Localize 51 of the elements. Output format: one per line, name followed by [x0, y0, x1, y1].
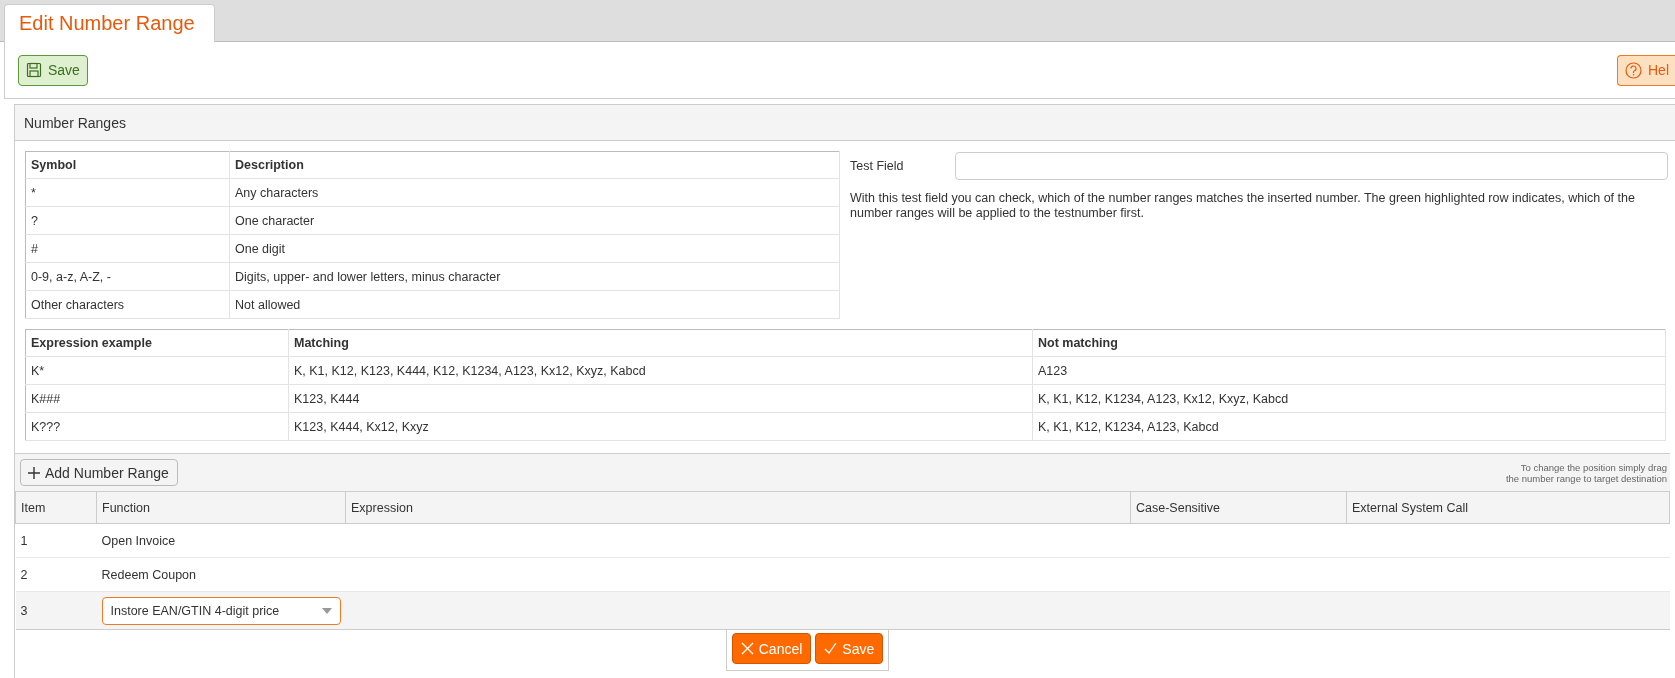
table-cell: Any characters — [229, 178, 840, 207]
column-header: Item — [15, 491, 97, 524]
table-cell: 3 — [15, 591, 97, 630]
test-input-field[interactable] — [955, 152, 1668, 180]
column-header: Description — [229, 151, 840, 179]
test-field-hint: With this test field you can check, which of the number ranges matches the inserted number. The green highlighted row indicates, which of the number ranges will be applied to the testnumber first. — [850, 191, 1636, 221]
function-dropdown[interactable]: Instore EAN/GTIN 4-digit price — [101, 596, 341, 625]
table-cell: Redeem Coupon — [96, 557, 346, 592]
table-cell: One digit — [229, 234, 840, 263]
checkmark-icon — [824, 642, 838, 655]
cancel-button[interactable]: Cancel — [731, 633, 812, 664]
table-cell: K, K1, K12, K123, K444, K12, K1234, A123, Kx12, Kxyz, Kabcd — [288, 356, 1033, 385]
table-cell: Other characters — [25, 290, 230, 319]
help-button[interactable]: Hel — [1617, 54, 1675, 86]
table-cell: Not allowed — [229, 290, 840, 319]
table-cell: A123 — [1032, 356, 1666, 385]
table-cell: Open Invoice — [96, 523, 346, 558]
table-cell: 1 — [15, 523, 97, 558]
table-cell: ? — [25, 206, 230, 235]
table-cell: # — [25, 234, 230, 263]
field-label: Test Field — [850, 159, 905, 173]
table-cell: K* — [25, 356, 289, 385]
table-cell: 2 — [15, 557, 97, 592]
column-header: Case-Sensitive — [1130, 491, 1347, 524]
save-button[interactable]: Save — [18, 54, 88, 86]
table-cell: Digits, upper- and lower letters, minus character — [229, 262, 840, 291]
drag-hint: To change the position simply drag the number range to target destination — [1505, 461, 1667, 484]
column-header: External System Call — [1346, 491, 1670, 524]
help-icon — [1625, 61, 1642, 79]
table-cell: K### — [25, 384, 289, 413]
table-cell: * — [25, 178, 230, 207]
column-header: Function — [96, 491, 346, 524]
column-header: Symbol — [25, 151, 230, 179]
table-cell: K, K1, K12, K1234, A123, Kx12, Kxyz, Kabcd — [1032, 384, 1666, 413]
table-cell: 0-9, a-z, A-Z, - — [25, 262, 230, 291]
add-number-range-button[interactable]: Add Number Range — [20, 459, 178, 486]
close-icon — [740, 642, 754, 655]
table-cell: K, K1, K12, K1234, A123, Kabcd — [1032, 412, 1666, 441]
column-header: Not matching — [1032, 329, 1666, 357]
page-tab[interactable]: Edit Number Range — [4, 4, 215, 42]
column-header: Expression example — [25, 329, 289, 357]
plus-icon — [27, 465, 41, 480]
caret-icon — [321, 607, 332, 614]
table-cell: K123, K444 — [288, 384, 1033, 413]
table-cell: One character — [229, 206, 840, 235]
table-cell: K123, K444, Kx12, Kxyz — [288, 412, 1033, 441]
column-header: Matching — [288, 329, 1033, 357]
panel-title: Number Ranges — [15, 105, 1675, 141]
column-header: Expression — [345, 491, 1131, 524]
save-button[interactable]: Save — [815, 633, 884, 664]
table-cell: K??? — [25, 412, 289, 441]
